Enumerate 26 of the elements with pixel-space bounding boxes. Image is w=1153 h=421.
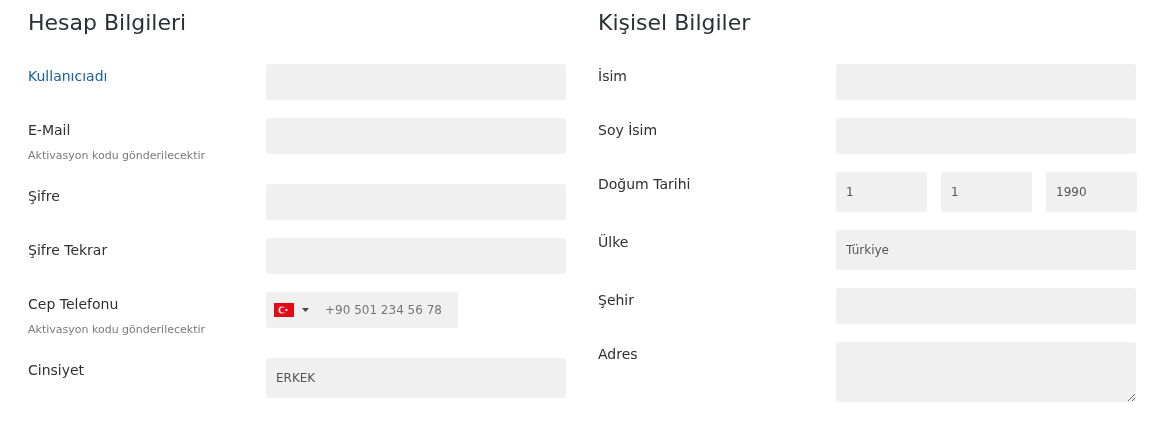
section-title: Kişisel Bilgiler xyxy=(598,9,752,37)
field-label: Şehir xyxy=(598,291,635,310)
flag-icon[interactable] xyxy=(274,303,294,317)
caret-icon[interactable] xyxy=(302,308,309,312)
field-label: Soy İsim xyxy=(598,121,658,140)
field-label: Adres xyxy=(598,345,638,364)
field-label: Şifre Tekrar xyxy=(28,241,108,260)
section-title: Hesap Bilgileri xyxy=(28,9,188,37)
field-label: Kullanıcıadı xyxy=(28,67,108,86)
address-field[interactable] xyxy=(836,342,1136,402)
field-label: İsim xyxy=(598,67,627,86)
field-label: Doğum Tarihi xyxy=(598,175,691,194)
select-field[interactable]: Türkiye xyxy=(836,230,1136,270)
hint-text: Aktivasyon kodu gönderilecektir xyxy=(28,149,206,163)
field-label: Ülke xyxy=(598,233,629,252)
field-label: E-Mail xyxy=(28,121,71,140)
field-label: Cep Telefonu xyxy=(28,295,119,314)
select-field[interactable]: ERKEK xyxy=(266,358,566,398)
phone-field[interactable]: +90 501 234 56 78 xyxy=(266,292,458,328)
field-label: Cinsiyet xyxy=(28,361,85,380)
date-field[interactable]: 1 xyxy=(836,172,927,212)
date-field[interactable]: 1990 xyxy=(1046,172,1137,212)
field-label: Şifre xyxy=(28,187,60,206)
phone-input[interactable]: +90 501 234 56 78 xyxy=(323,300,443,320)
hint-text: Aktivasyon kodu gönderilecektir xyxy=(28,323,206,337)
date-field[interactable]: 1 xyxy=(941,172,1032,212)
